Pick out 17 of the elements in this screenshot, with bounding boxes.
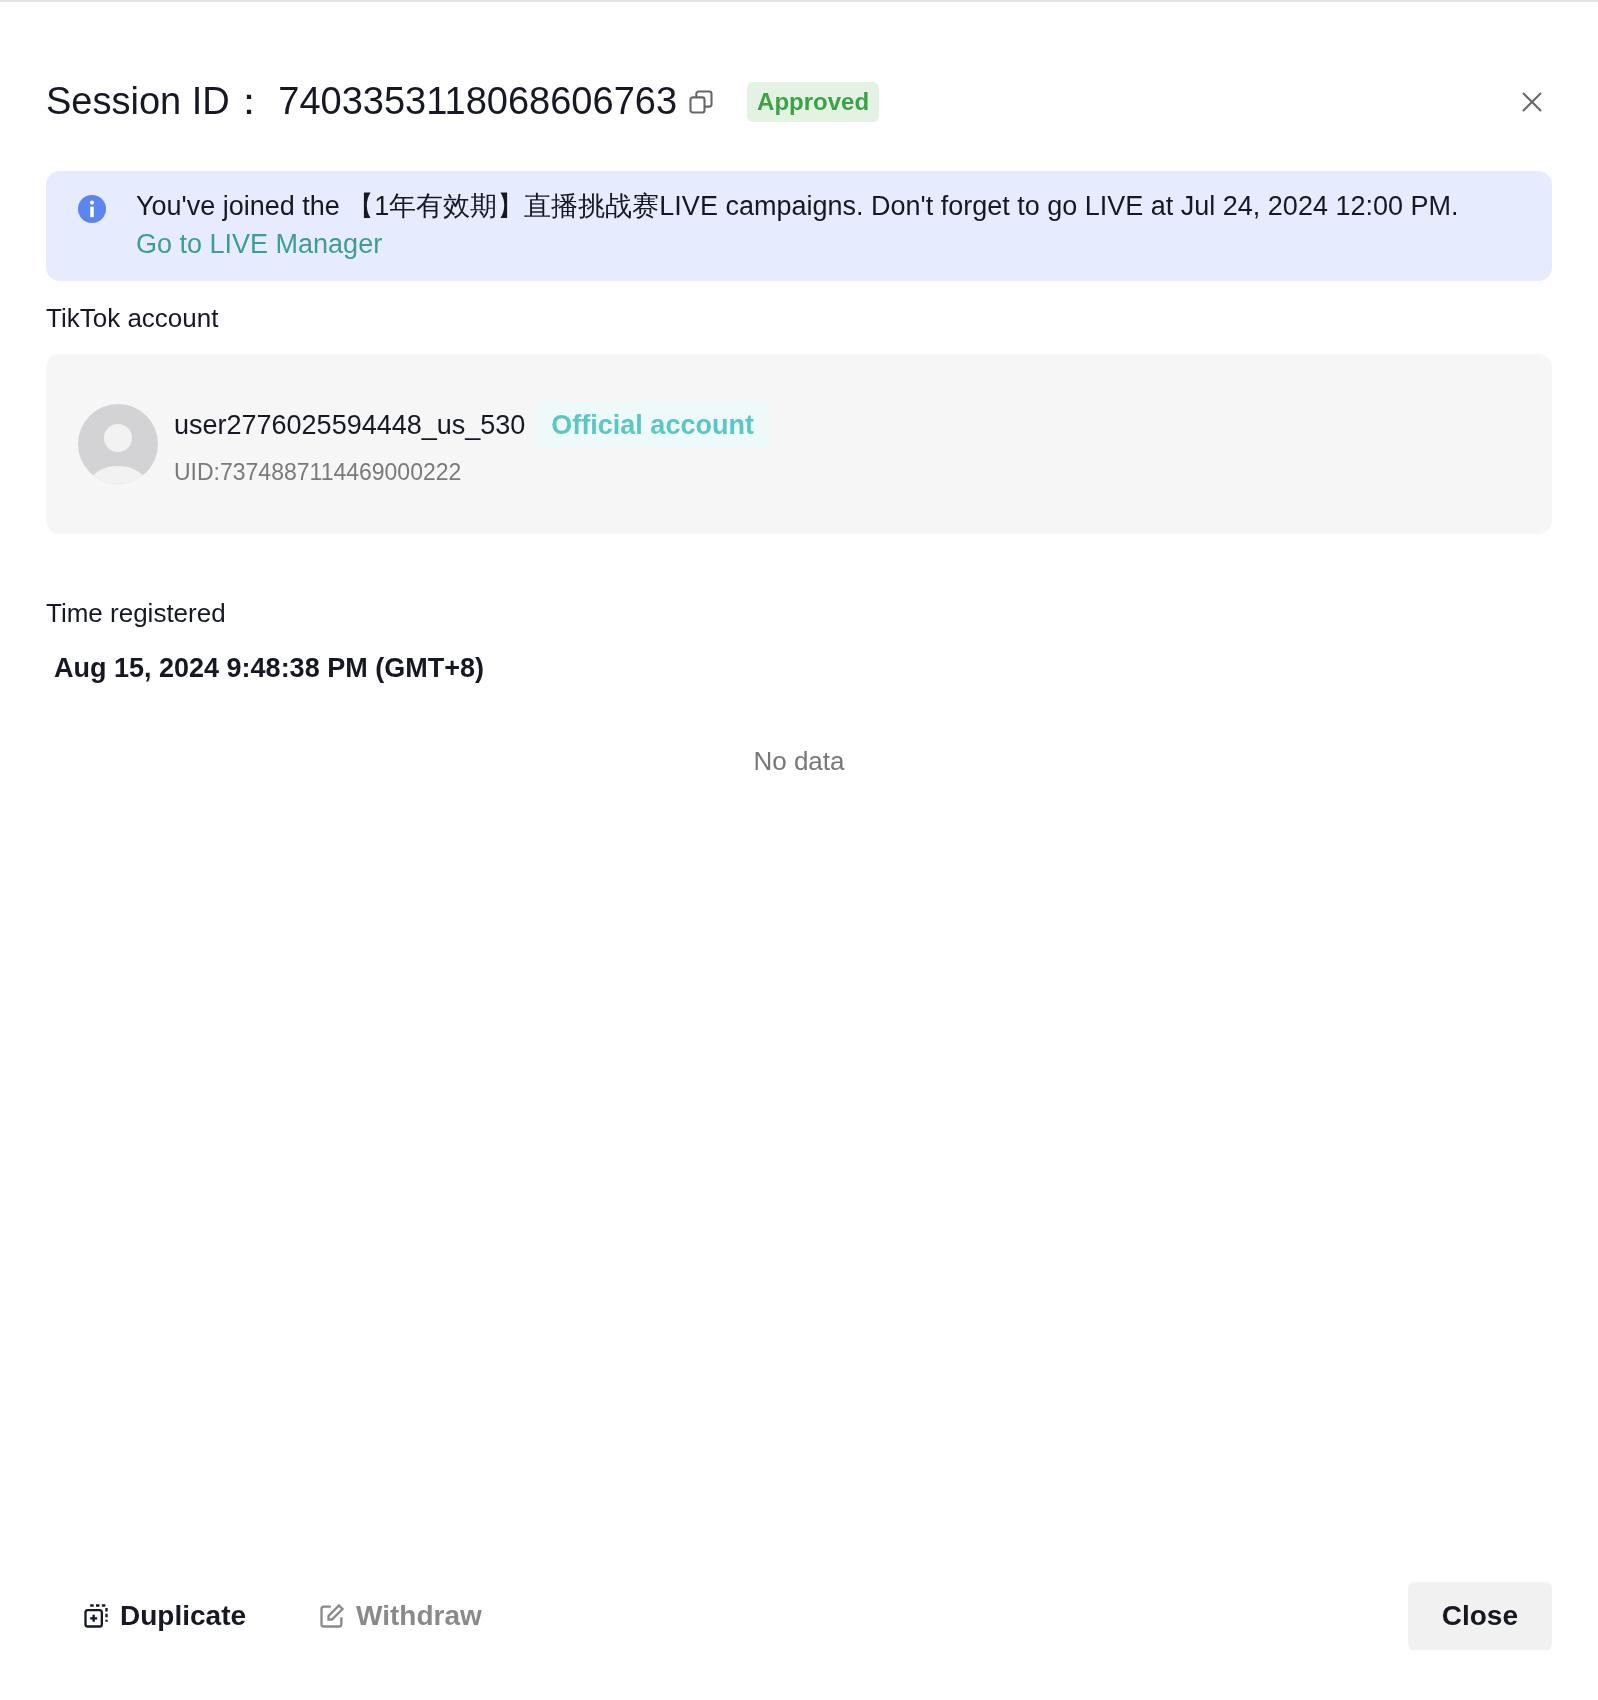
- session-title: Session ID： 7403353118068606763: [46, 79, 678, 124]
- section-label: TikTok account: [46, 303, 220, 334]
- status-badge: Approved: [747, 81, 880, 122]
- info-icon: [78, 195, 106, 223]
- duplicate-button[interactable]: Duplicate: [46, 1592, 283, 1640]
- close-icon[interactable]: [1520, 89, 1544, 114]
- official-badge: Official account: [535, 402, 770, 449]
- notice-text: You've joined the 【1年有效期】直播挑战赛LIVE campaigns. Don't forget to go LIVE at Jul 24, 2024 12:00 PM. Go to LIVE Manager: [136, 190, 1460, 261]
- copy-icon[interactable]: [687, 87, 716, 116]
- username: user2776025594448_us_530: [174, 410, 526, 441]
- edit-icon: [318, 1602, 347, 1630]
- section-label: Time registered: [46, 598, 227, 629]
- duplicate-icon: [82, 1602, 110, 1630]
- empty-text: No data: [752, 746, 846, 777]
- registered-time: Aug 15, 2024 9:48:38 PM (GMT+8): [53, 653, 485, 684]
- close-button[interactable]: Close: [1407, 1582, 1552, 1650]
- user-id: UID:7374887114469000222: [174, 459, 463, 486]
